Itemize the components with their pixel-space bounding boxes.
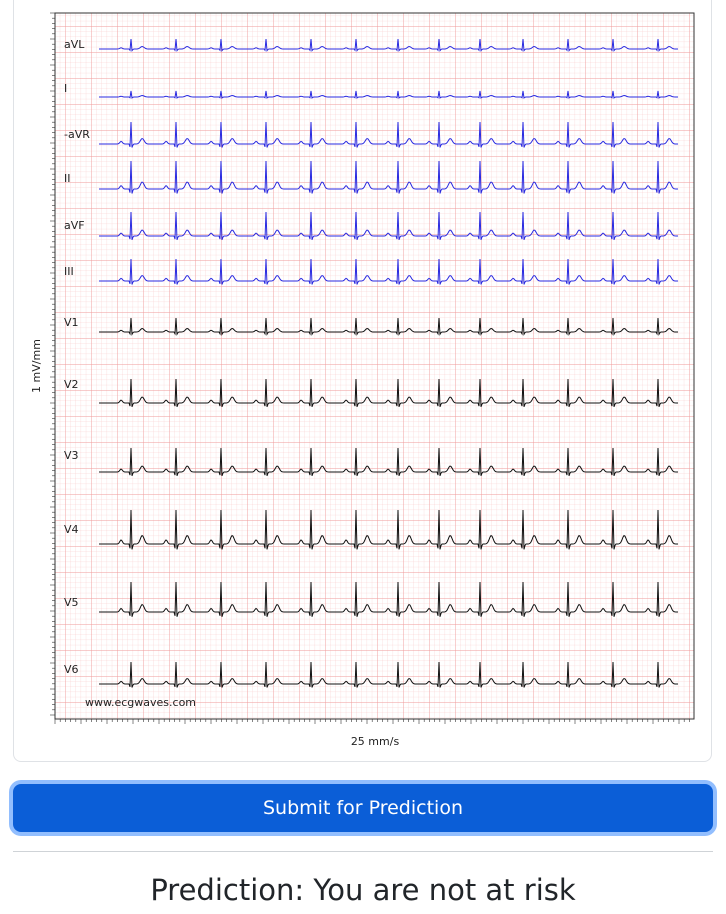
ecg-grid: [55, 13, 694, 719]
lead-label: III: [64, 265, 74, 278]
lead-label: II: [64, 172, 71, 185]
lead-label: V4: [64, 523, 79, 536]
prediction-result: Prediction: You are not at risk: [150, 873, 576, 907]
lead-label: V2: [64, 378, 79, 391]
x-axis-label: 25 mm/s: [351, 735, 400, 748]
lead-label: aVF: [64, 219, 85, 232]
lead-label: V3: [64, 449, 79, 462]
lead-label: aVL: [64, 38, 85, 51]
lead-label: V5: [64, 596, 79, 609]
lead-label: I: [64, 82, 67, 95]
x-axis-ticks: [54, 719, 690, 724]
lead-label: -aVR: [64, 128, 90, 141]
divider: [13, 851, 713, 852]
ecg-chart: aVL I -aVR II aVF III V1 V2 V3 V4 V5 V6 www.ecgwave…: [30, 12, 695, 748]
y-axis-label: 1 mV/mm: [30, 339, 43, 393]
submit-prediction-button[interactable]: Submit for Prediction: [13, 784, 713, 832]
lead-label: V1: [64, 316, 79, 329]
ecg-watermark: www.ecgwaves.com: [85, 696, 196, 709]
ecg-figure: aVL I -aVR II aVF III V1 V2 V3 V4 V5 V6 www.ecgwave…: [13, 0, 712, 762]
lead-label: V6: [64, 663, 79, 676]
y-axis-ticks: [50, 12, 55, 716]
